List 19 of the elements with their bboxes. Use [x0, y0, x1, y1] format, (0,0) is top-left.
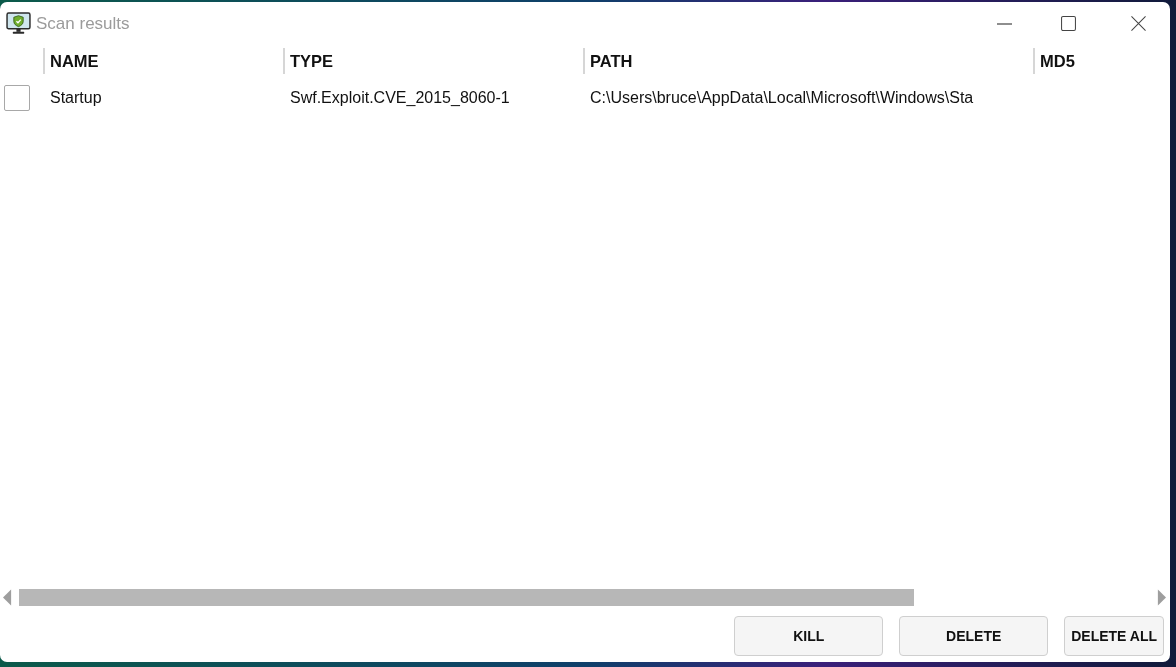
row-checkbox[interactable] — [4, 85, 30, 111]
action-button[interactable]: KILL — [734, 616, 884, 656]
table-cell-text: Swf.Exploit.CVE_2015_8060-1 — [289, 89, 511, 107]
action-button[interactable]: DELETE — [899, 616, 1049, 656]
scroll-left-icon[interactable] — [3, 588, 12, 606]
column-header[interactable]: NAME — [43, 48, 283, 74]
column-header[interactable]: MD5 — [1033, 48, 1170, 74]
action-button[interactable]: DELETE ALL — [1064, 616, 1164, 656]
maximize-icon — [1060, 16, 1076, 31]
window-title: Scan results — [36, 13, 130, 34]
scroll-right-icon[interactable] — [1157, 588, 1166, 606]
minimize-icon — [996, 22, 1012, 25]
close-icon — [1130, 16, 1146, 31]
monitor-shield-icon — [6, 11, 31, 36]
column-header[interactable]: TYPE — [283, 48, 583, 74]
table-cell-text: C:\Users\bruce\AppData\Local\Microsoft\Windows\Sta — [589, 89, 975, 107]
column-header[interactable]: PATH — [583, 48, 1033, 74]
table-cell-text: Startup — [49, 89, 103, 107]
scrollbar-thumb[interactable] — [19, 588, 914, 606]
